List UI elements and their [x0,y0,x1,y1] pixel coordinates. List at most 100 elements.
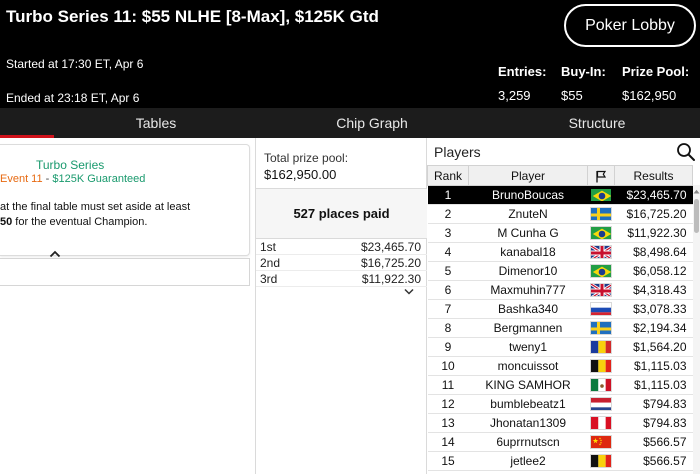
player-result: $566.57 [614,432,693,452]
player-result: $23,465.70 [614,185,693,205]
player-row[interactable]: 3M Cunha G $11,922.30 [427,223,693,243]
player-flag [587,280,615,300]
tab-bar: Tables Chip Graph Structure [0,108,700,138]
players-table: Rank Player Results 1 BrunoBoucas $23,465.… [427,165,693,471]
player-result: $16,725.20 [614,204,693,224]
sweden-flag-icon [590,321,612,336]
brazil-flag-icon [590,188,612,203]
player-name: BrunoBoucas [468,185,588,205]
search-button[interactable] [676,142,696,162]
player-flag [587,261,615,281]
players-scrollbar[interactable] [693,185,700,474]
brazil-flag-icon [590,226,612,241]
player-name: Jhonatan1309 [468,413,588,433]
player-rank: 6 [427,280,469,300]
players-panel: Players Rank Player Results 1 BrunoBouca… [427,138,700,474]
promo-subtitle: Event 11 - $125K Guaranteed [0,173,145,185]
player-row[interactable]: 4 kanabal18 $8,498.64 [427,242,693,262]
player-result: $794.83 [614,413,693,433]
romania-flag-icon [590,340,612,355]
buyin-value: $55 [561,88,583,103]
player-name: jetlee2 [468,451,588,471]
player-result: $794.83 [614,394,693,414]
player-flag [587,356,615,376]
tournament-title: Turbo Series 11: $55 NLHE [8-Max], $125K… [6,7,379,26]
player-name: tweny1 [468,337,588,357]
player-flag [587,299,615,319]
chevron-down-icon [404,288,414,295]
player-row[interactable]: 1 BrunoBoucas $23,465.70 [427,185,693,205]
player-row[interactable]: 13 Jhonatan1309 $794.83 [427,413,693,433]
player-row[interactable]: 9 tweny1 $1,564.20 [427,337,693,357]
promo-description: at the final table must set aside at lea… [0,200,246,230]
payout-list: 1st $23,465.70 2nd $16,725.20 3rd $11,92… [256,238,427,287]
player-row[interactable]: 6 Maxmuhin777 $4,318.43 [427,280,693,300]
entries-value: 3,259 [498,88,531,103]
tab-structure[interactable]: Structure [497,108,697,138]
scroll-up-arrow[interactable] [693,187,700,195]
player-rank: 8 [427,318,469,338]
player-flag [587,318,615,338]
peru-flag-icon [590,416,612,431]
player-rank: 13 [427,413,469,433]
player-column-header[interactable]: Player [468,165,588,186]
player-result: $1,115.03 [614,375,693,395]
flag-column-header[interactable] [587,165,615,186]
player-rank: 15 [427,451,469,471]
player-name: KING SAMHOR [468,375,588,395]
player-row[interactable]: 7 Bashka340 $3,078.33 [427,299,693,319]
player-rank: 4 [427,242,469,262]
player-flag [587,223,615,243]
end-time: Ended at 23:18 ET, Apr 6 [6,91,140,105]
belgium-flag-icon [590,359,612,374]
player-flag [587,242,615,262]
player-result: $2,194.34 [614,318,693,338]
tab-chip-graph[interactable]: Chip Graph [272,108,472,138]
payout-amount: $23,465.70 [360,239,421,254]
info-input-field[interactable] [0,258,250,286]
scroll-thumb[interactable] [694,199,699,233]
promo-card: Turbo Series Event 11 - $125K Guaranteed… [0,144,250,258]
player-name: moncuissot [468,356,588,376]
player-row[interactable]: 5 Dimenor10 $6,058.12 [427,261,693,281]
results-column-header[interactable]: Results [614,165,693,186]
players-title: Players [434,144,481,160]
player-name: kanabal18 [468,242,588,262]
promo-event: Event 11 [0,173,43,185]
player-rank: 5 [427,261,469,281]
payout-place: 2nd [260,255,281,270]
player-row[interactable]: 11 KING SAMHOR $1,115.03 [427,375,693,395]
player-name: M Cunha G [468,223,588,243]
brazil-flag-icon [590,264,612,279]
player-row[interactable]: 14 6uprrnutscn $566.57 [427,432,693,452]
promo-separator: - [42,173,53,185]
player-row[interactable]: 10 moncuissot $1,115.03 [427,356,693,376]
rank-column-header[interactable]: Rank [427,165,469,186]
player-result: $3,078.33 [614,299,693,319]
player-rank: 2 [427,204,469,224]
player-rank: 1 [427,185,469,205]
player-name: Bashka340 [468,299,588,319]
sweden-flag-icon [590,207,612,222]
info-panel: Turbo Series Event 11 - $125K Guaranteed… [0,138,256,474]
promo-text-line1: at the final table must set aside at lea… [0,201,191,213]
poker-lobby-button[interactable]: Poker Lobby [564,4,696,47]
payout-amount: $11,922.30 [361,271,421,286]
player-result: $4,318.43 [614,280,693,300]
player-row[interactable]: 15 jetlee2 $566.57 [427,451,693,471]
scroll-up-icon [693,189,700,193]
player-rank: 9 [427,337,469,357]
belgium-flag-icon [590,454,612,469]
uk-flag-icon [590,283,612,298]
expand-payouts-button[interactable] [402,286,416,296]
table-header-row: Rank Player Results [427,165,693,186]
player-row[interactable]: 8 Bergmannen $2,194.34 [427,318,693,338]
tab-tables[interactable]: Tables [56,108,256,138]
player-name: ZnuteN [468,204,588,224]
payout-place: 1st [260,239,277,254]
player-row[interactable]: 12 bumblebeatz1 $794.83 [427,394,693,414]
uk-flag-icon [590,245,612,260]
player-row[interactable]: 2 ZnuteN $16,725.20 [427,204,693,224]
player-rank: 12 [427,394,469,414]
promo-text-bold: 50 [0,216,13,228]
